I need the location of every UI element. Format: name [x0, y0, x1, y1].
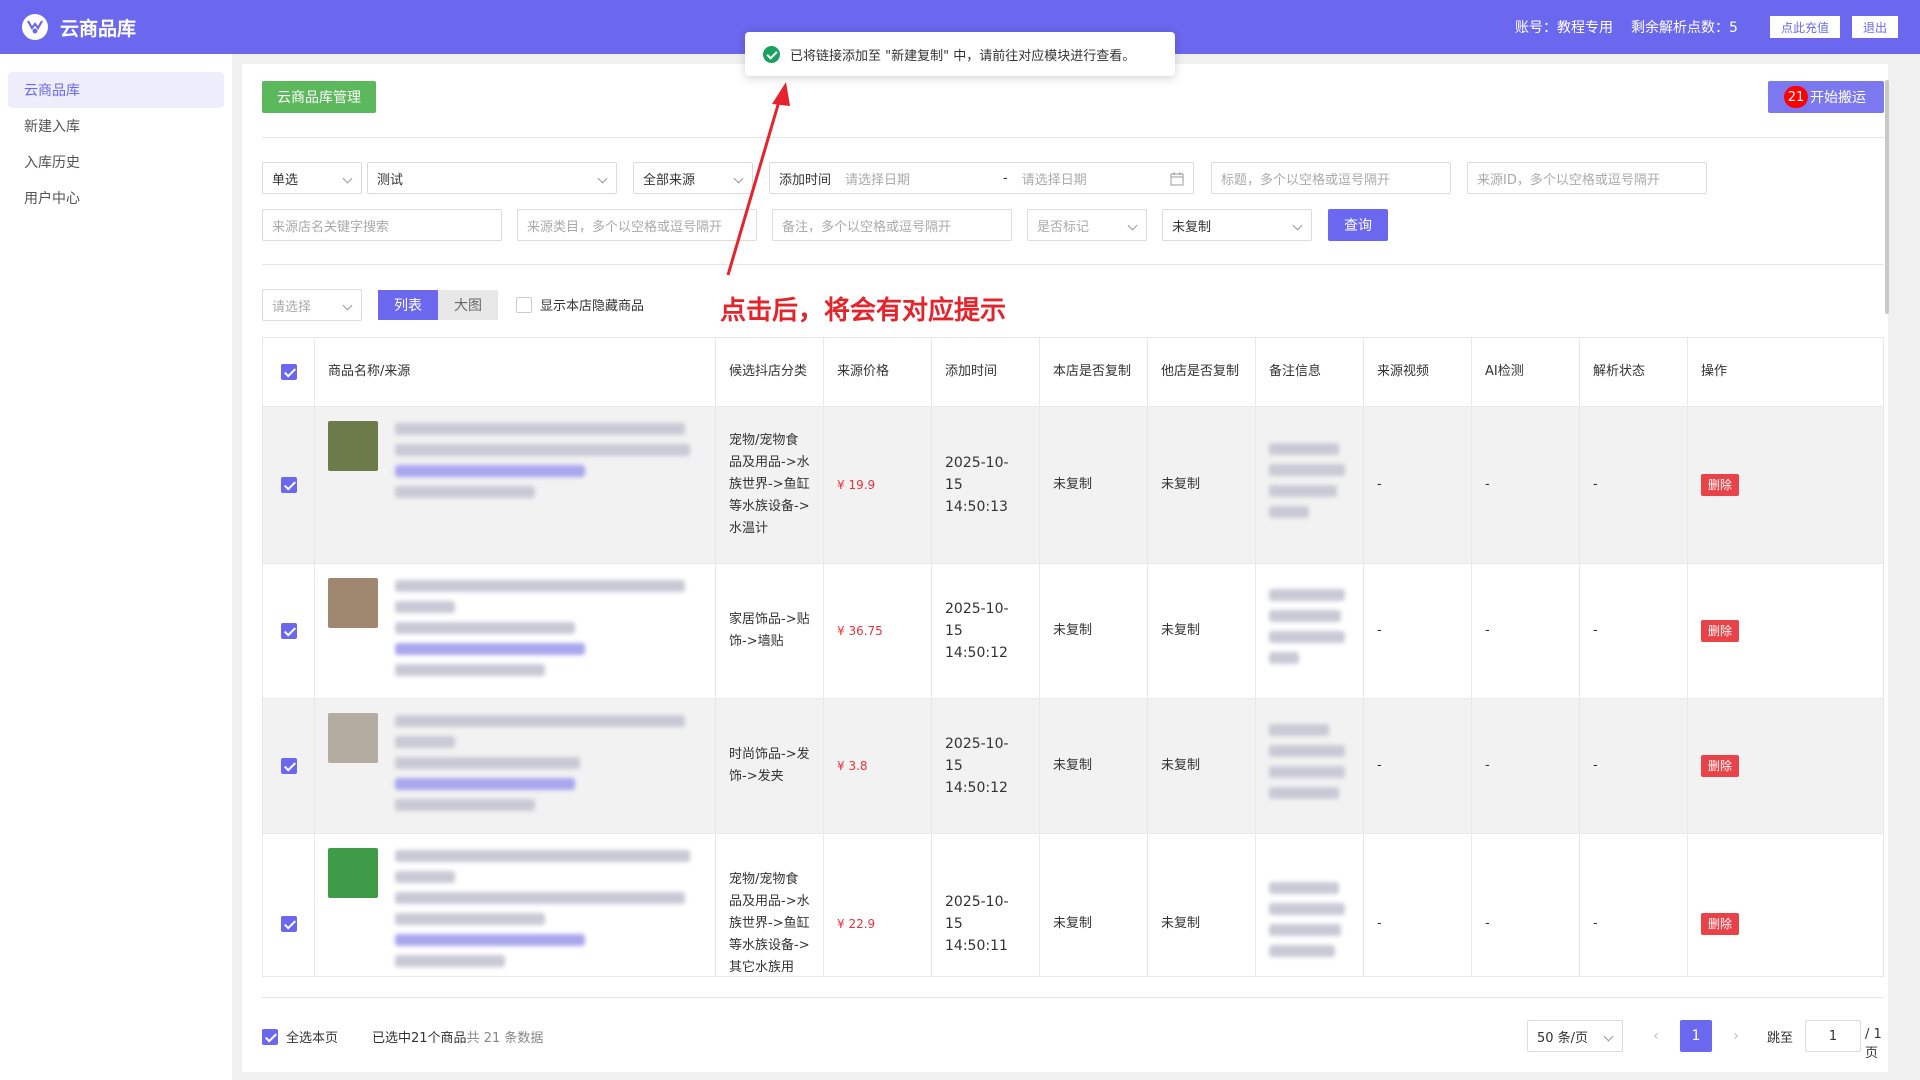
annotation-text: 点击后，将会有对应提示 — [720, 296, 1007, 326]
annotation-arrow — [726, 82, 790, 276]
